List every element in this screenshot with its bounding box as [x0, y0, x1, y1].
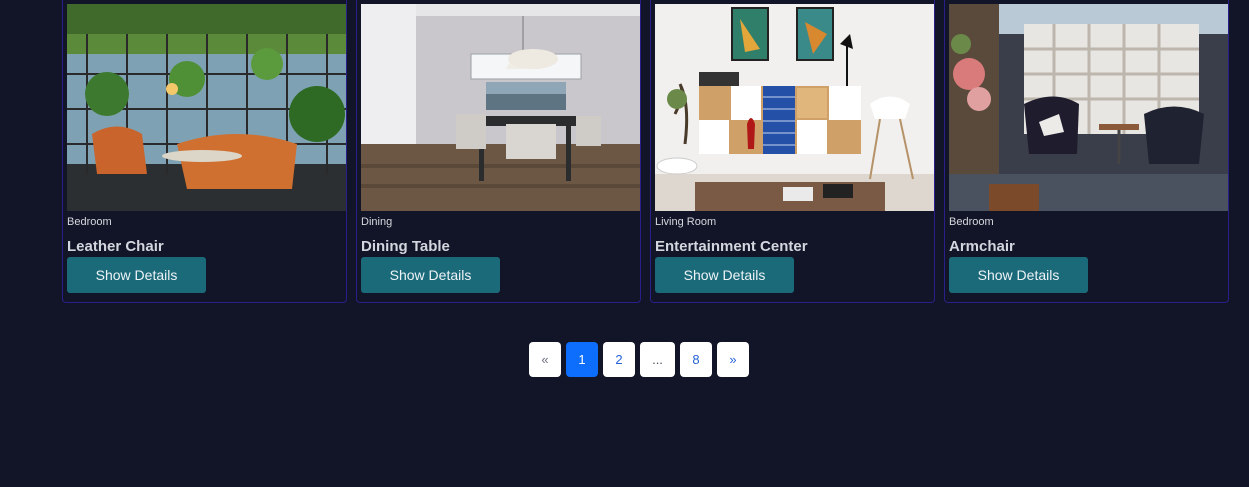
product-image	[361, 4, 640, 211]
show-details-button[interactable]: Show Details	[655, 257, 794, 293]
product-category: Bedroom	[67, 216, 112, 228]
product-card: Bedroom Leather Chair Show Details	[62, 0, 347, 303]
pagination-ellipsis: ...	[640, 342, 675, 377]
product-category: Bedroom	[949, 216, 994, 228]
show-details-button[interactable]: Show Details	[361, 257, 500, 293]
product-grid: Bedroom Leather Chair Show Details Dinin…	[62, 0, 1229, 303]
product-title: Dining Table	[361, 238, 450, 255]
product-title: Entertainment Center	[655, 238, 808, 255]
product-title: Leather Chair	[67, 238, 164, 255]
product-category: Living Room	[655, 216, 717, 228]
product-category: Dining	[361, 216, 393, 228]
product-image	[949, 4, 1228, 211]
product-card: Bedroom Armchair Show Details	[944, 0, 1229, 303]
product-title: Armchair	[949, 238, 1015, 255]
pagination-next-button[interactable]: »	[717, 342, 749, 377]
pagination-prev-button[interactable]: «	[529, 342, 561, 377]
pagination-page-1[interactable]: 1	[566, 342, 598, 377]
pagination-page-8[interactable]: 8	[680, 342, 712, 377]
show-details-button[interactable]: Show Details	[949, 257, 1088, 293]
product-image	[67, 4, 346, 211]
show-details-button[interactable]: Show Details	[67, 257, 206, 293]
product-image	[655, 4, 934, 211]
product-card: Dining Dining Table Show Details	[356, 0, 641, 303]
pagination: « 1 2 ... 8 »	[529, 342, 749, 377]
product-card: Living Room Entertainment Center Show De…	[650, 0, 935, 303]
pagination-page-2[interactable]: 2	[603, 342, 635, 377]
